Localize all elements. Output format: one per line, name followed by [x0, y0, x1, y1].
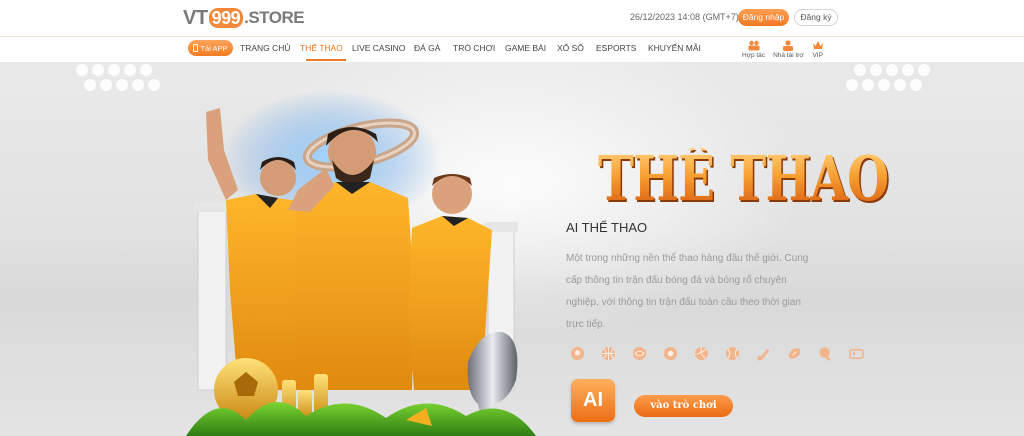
sport-icons-row: [566, 346, 868, 361]
download-app-button[interactable]: Tải APP: [188, 40, 233, 56]
logo-suffix: .STORE: [244, 8, 305, 27]
nav-item-sports[interactable]: THỂ THAO: [300, 37, 352, 63]
site-logo[interactable]: VT 999 .STORE: [183, 6, 305, 29]
nav-item-lottery[interactable]: XỔ SỐ: [557, 37, 596, 63]
logo-prefix: VT: [183, 6, 208, 29]
banner-subtitle: AI THỂ THAO: [566, 220, 648, 235]
tennis-icon[interactable]: [721, 346, 744, 361]
play-game-button[interactable]: vào trò chơi: [634, 395, 733, 417]
phone-icon: [193, 44, 199, 52]
sports-banner: THỂ THAO AI THỂ THAO Một trong những nền…: [0, 62, 1024, 436]
top-bar: VT 999 .STORE 26/12/2023 14:08 (GMT+7) Đăn…: [0, 0, 1024, 36]
billiards-icon[interactable]: [659, 346, 682, 361]
nav-item-live-casino[interactable]: LIVE CASINO: [352, 37, 414, 63]
nav-item-games[interactable]: TRÒ CHƠI: [453, 37, 505, 63]
login-button[interactable]: Đăng nhập: [738, 9, 789, 26]
nav-menu: TRANG CHỦ THỂ THAO LIVE CASINO ĐÁ GÀ TRÒ…: [240, 37, 708, 63]
vip-link[interactable]: VIP: [812, 39, 824, 59]
nav-right-icons: Hợp tác Nhà tài trợ VIP: [742, 39, 824, 59]
basketball-icon[interactable]: [597, 346, 620, 361]
register-button[interactable]: Đăng ký: [794, 9, 838, 26]
stadium-light-right: [846, 64, 930, 91]
banner-description: Một trong những nền thể thao hàng đầu th…: [566, 253, 809, 330]
nav-item-card-games[interactable]: GAME BÀI: [505, 37, 557, 63]
rugby-icon[interactable]: [628, 346, 651, 361]
banner-title: THỂ THAO: [598, 142, 889, 215]
esports-icon[interactable]: [845, 346, 868, 361]
nav-item-promotions[interactable]: KHUYẾN MÃI: [648, 37, 708, 63]
soccer-icon[interactable]: [566, 346, 589, 361]
partnership-icon: [748, 39, 760, 51]
sponsor-label: Nhà tài trợ: [773, 52, 804, 59]
american-football-icon[interactable]: [783, 346, 806, 361]
logo-number: 999: [208, 8, 244, 28]
nav-item-cockfighting[interactable]: ĐÁ GÀ: [414, 37, 453, 63]
current-datetime: 26/12/2023 14:08 (GMT+7): [630, 12, 739, 22]
nav-item-esports[interactable]: ESPORTS: [596, 37, 648, 63]
football-players-illustration: [186, 90, 536, 436]
sponsor-link[interactable]: Nhà tài trợ: [773, 39, 804, 59]
main-nav: Tải APP TRANG CHỦ THỂ THAO LIVE CASINO Đ…: [0, 36, 1024, 62]
sponsor-icon: [782, 39, 794, 51]
partnership-link[interactable]: Hợp tác: [742, 39, 765, 59]
stadium-light-left: [76, 64, 160, 91]
table-tennis-icon[interactable]: [814, 346, 837, 361]
ai-sports-button[interactable]: AI: [571, 379, 615, 422]
partnership-label: Hợp tác: [742, 52, 766, 59]
badminton-icon[interactable]: [752, 346, 775, 361]
volleyball-icon[interactable]: [690, 346, 713, 361]
download-app-label: Tải APP: [200, 43, 228, 53]
crown-icon: [812, 39, 824, 51]
nav-item-home[interactable]: TRANG CHỦ: [240, 37, 300, 63]
vip-label: VIP: [812, 52, 823, 59]
